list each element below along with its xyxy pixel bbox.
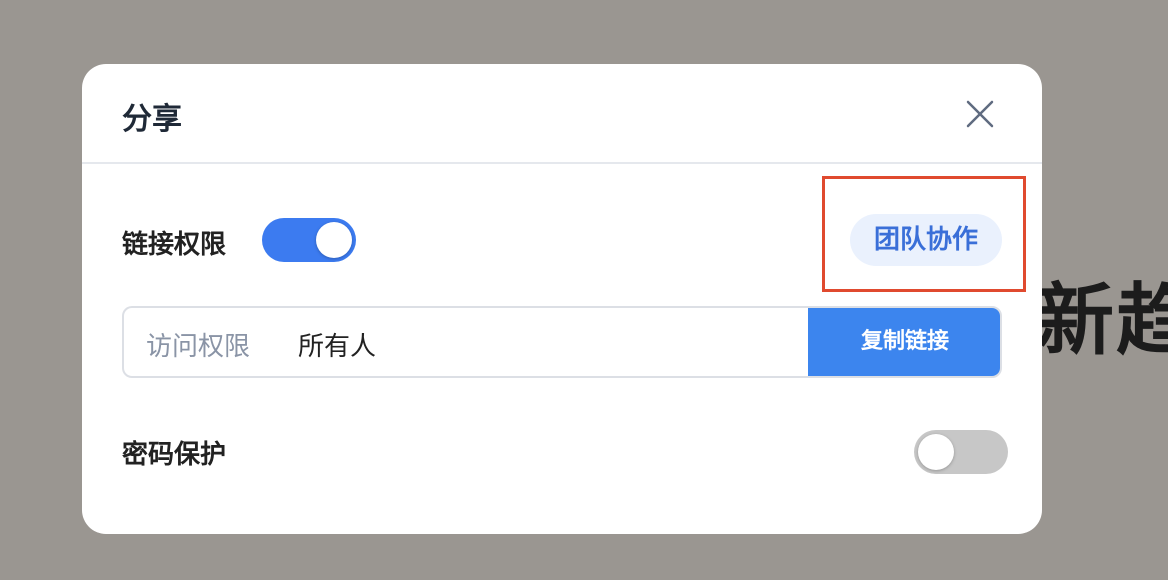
toggle-knob (316, 222, 352, 258)
password-protection-toggle[interactable] (914, 430, 1008, 474)
close-icon (966, 100, 994, 128)
toggle-knob (918, 434, 954, 470)
access-permission-label: 访问权限 (146, 332, 251, 362)
team-collaboration-button[interactable]: 团队协作 (850, 214, 1002, 266)
password-protection-label: 密码保护 (122, 440, 227, 470)
copy-link-button[interactable]: 复制链接 (808, 308, 1000, 376)
link-permission-toggle[interactable] (262, 218, 356, 262)
access-permission-value[interactable]: 所有人 (298, 326, 376, 363)
access-permission-field[interactable]: 访问权限 所有人 复制链接 (122, 306, 1002, 378)
share-dialog: 分享 链接权限 团队协作 访问权限 所有人 复制链接 密码保护 (82, 64, 1042, 534)
close-button[interactable] (962, 96, 998, 132)
link-permission-label: 链接权限 (122, 230, 227, 260)
dialog-title: 分享 (122, 102, 182, 137)
background-text: 新趋 (1036, 276, 1168, 366)
dialog-header: 分享 (82, 64, 1042, 164)
